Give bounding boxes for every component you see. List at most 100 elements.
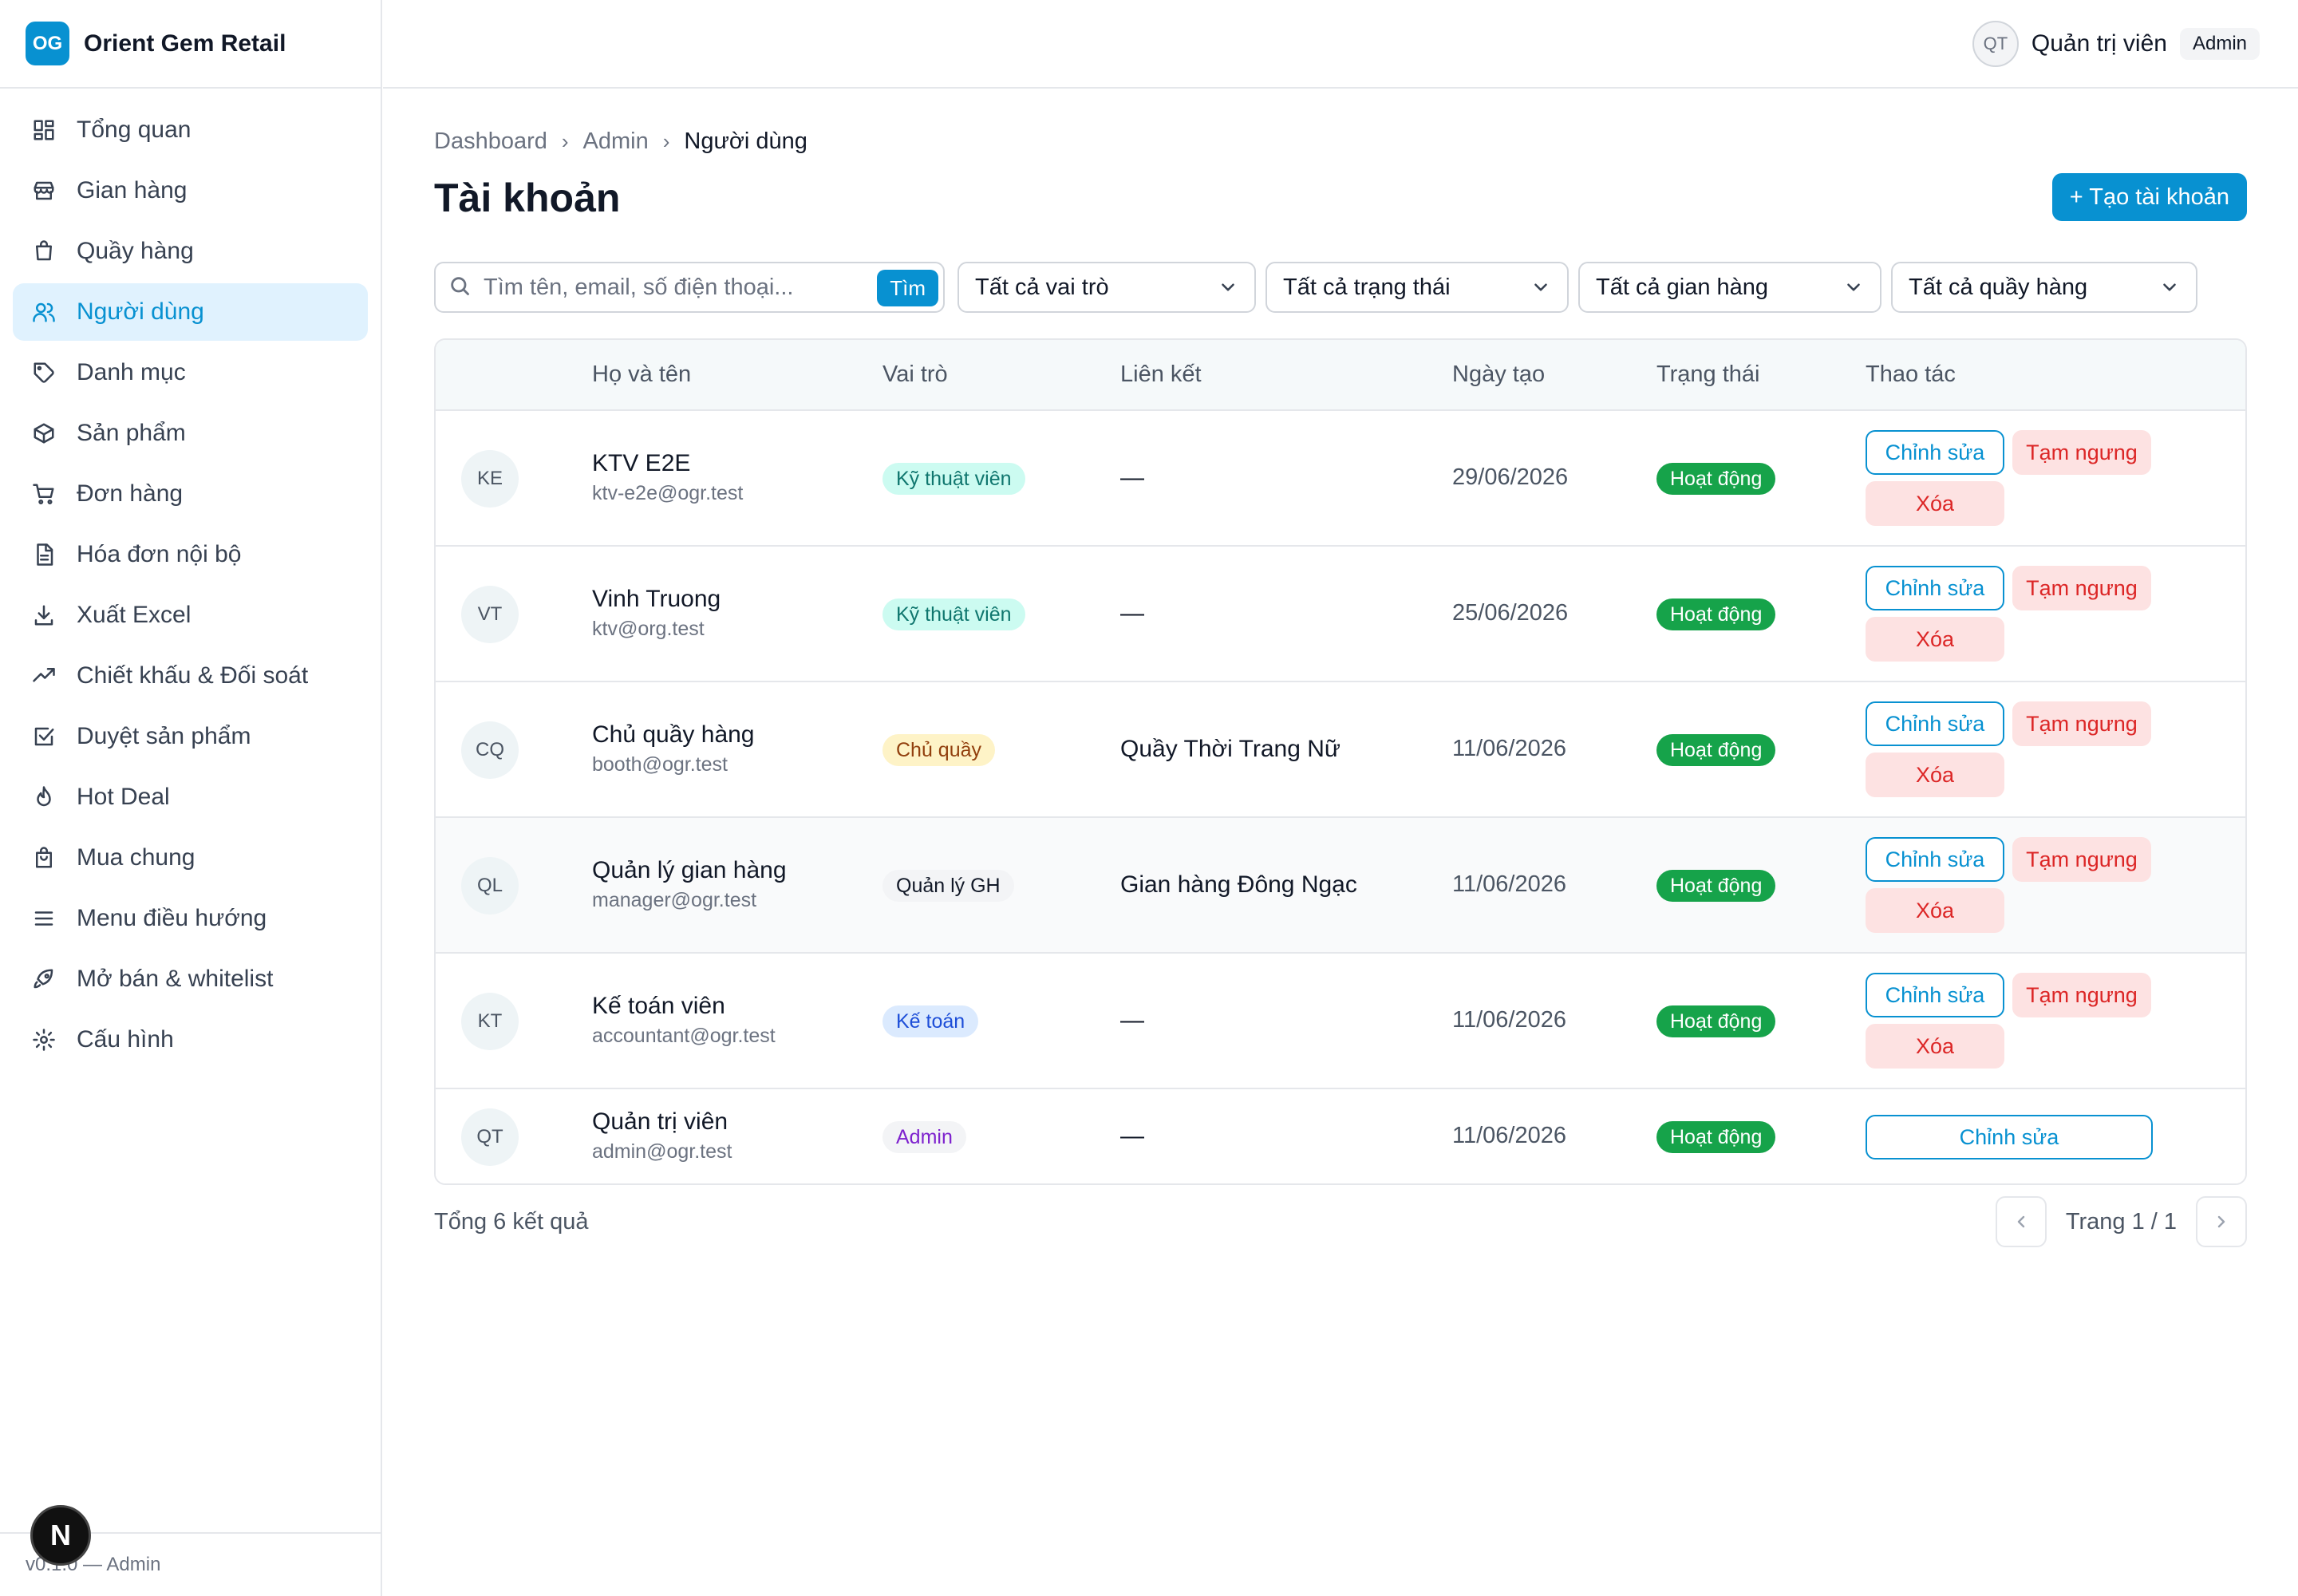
column-header-created: Ngày tạo bbox=[1452, 361, 1546, 387]
user-menu[interactable]: QT Quản trị viên Admin bbox=[1972, 21, 2260, 67]
edit-button[interactable]: Chỉnh sửa bbox=[1866, 566, 2004, 610]
edit-button[interactable]: Chỉnh sửa bbox=[1866, 837, 2004, 882]
sidebar-item-label: Hóa đơn nội bộ bbox=[77, 541, 242, 567]
trend-icon bbox=[32, 664, 56, 688]
sidebar-item-label: Đơn hàng bbox=[77, 480, 184, 507]
delete-button[interactable]: Xóa bbox=[1866, 481, 2004, 526]
search-icon bbox=[448, 275, 471, 301]
column-header-status: Trạng thái bbox=[1656, 361, 1760, 387]
sidebar-item-store[interactable]: Gian hàng bbox=[13, 162, 368, 219]
sidebar-item-invoice[interactable]: Hóa đơn nội bộ bbox=[13, 526, 368, 583]
chevron-right-icon: › bbox=[662, 129, 670, 153]
breadcrumb-admin[interactable]: Admin bbox=[583, 128, 649, 155]
sidebar-item-gear[interactable]: Cấu hình bbox=[13, 1011, 368, 1069]
role-filter-select[interactable]: Tất cả vai trò bbox=[958, 262, 1256, 313]
edit-button[interactable]: Chỉnh sửa bbox=[1866, 430, 2004, 475]
sidebar-item-tag[interactable]: Danh mục bbox=[13, 344, 368, 401]
edit-button[interactable]: Chỉnh sửa bbox=[1866, 1115, 2153, 1159]
sidebar-item-bag[interactable]: Mua chung bbox=[13, 829, 368, 887]
brand-name: Orient Gem Retail bbox=[84, 30, 286, 57]
sidebar-item-label: Người dùng bbox=[77, 298, 204, 325]
avatar: QT bbox=[461, 1108, 519, 1166]
column-header-role: Vai trò bbox=[882, 361, 948, 387]
link-value: — bbox=[1120, 1007, 1144, 1033]
sidebar-item-flame[interactable]: Hot Deal bbox=[13, 768, 368, 826]
sidebar-nav: Tổng quan Gian hàng Quầy hàng Người dùng Dan… bbox=[0, 89, 381, 1069]
avatar: QT bbox=[1972, 21, 2019, 67]
brand[interactable]: OG Orient Gem Retail bbox=[0, 0, 381, 89]
sidebar-item-trend[interactable]: Chiết khấu & Đối soát bbox=[13, 647, 368, 705]
sidebar-item-label: Chiết khấu & Đối soát bbox=[77, 662, 309, 689]
role-filter-value: Tất cả vai trò bbox=[975, 274, 1109, 300]
created-date: 25/06/2026 bbox=[1452, 600, 1569, 626]
role-badge: Kỹ thuật viên bbox=[882, 463, 1025, 495]
created-date: 11/06/2026 bbox=[1452, 1123, 1566, 1148]
search-button[interactable]: Tìm bbox=[877, 270, 938, 306]
booth-filter-value: Tất cả quầy hàng bbox=[1909, 274, 2088, 300]
chevron-down-icon bbox=[1222, 283, 1234, 291]
sidebar-item-label: Duyệt sản phẩm bbox=[77, 723, 251, 749]
sidebar-item-check-square[interactable]: Duyệt sản phẩm bbox=[13, 708, 368, 765]
suspend-button[interactable]: Tạm ngưng bbox=[2012, 973, 2151, 1017]
user-name: Quản trị viên bbox=[2031, 30, 2167, 57]
delete-button[interactable]: Xóa bbox=[1866, 617, 2004, 662]
page-title: Tài khoản bbox=[434, 176, 621, 220]
chevron-down-icon bbox=[1847, 283, 1860, 291]
dev-tools-badge[interactable]: N bbox=[30, 1505, 91, 1566]
edit-button[interactable]: Chỉnh sửa bbox=[1866, 701, 2004, 746]
sidebar-item-label: Hot Deal bbox=[77, 784, 170, 810]
sidebar-item-cart[interactable]: Đơn hàng bbox=[13, 465, 368, 523]
role-badge: Kế toán bbox=[882, 1005, 979, 1037]
sidebar-item-menu[interactable]: Menu điều hướng bbox=[13, 890, 368, 947]
sidebar-item-box[interactable]: Sản phẩm bbox=[13, 405, 368, 462]
page-indicator: Trang 1 / 1 bbox=[2065, 1208, 2177, 1235]
sidebar-item-rocket[interactable]: Mở bán & whitelist bbox=[13, 950, 368, 1008]
user-name: Vinh Truong bbox=[592, 586, 721, 612]
chevron-down-icon bbox=[2163, 283, 2176, 291]
next-page-button[interactable] bbox=[2196, 1196, 2247, 1247]
store-filter-select[interactable]: Tất cả gian hàng bbox=[1578, 262, 1881, 313]
search-input[interactable] bbox=[484, 274, 859, 301]
sidebar-item-download[interactable]: Xuất Excel bbox=[13, 587, 368, 644]
suspend-button[interactable]: Tạm ngưng bbox=[2012, 430, 2151, 475]
check-square-icon bbox=[32, 725, 56, 749]
avatar: VT bbox=[461, 586, 519, 643]
booth-filter-select[interactable]: Tất cả quầy hàng bbox=[1891, 262, 2197, 313]
suspend-button[interactable]: Tạm ngưng bbox=[2012, 701, 2151, 746]
user-name: Quản trị viên bbox=[592, 1108, 728, 1135]
column-header-name: Họ và tên bbox=[592, 361, 692, 387]
users-icon bbox=[32, 300, 56, 324]
delete-button[interactable]: Xóa bbox=[1866, 1024, 2004, 1069]
create-account-button[interactable]: + Tạo tài khoản bbox=[2051, 173, 2247, 221]
delete-button[interactable]: Xóa bbox=[1866, 753, 2004, 797]
suspend-button[interactable]: Tạm ngưng bbox=[2012, 566, 2151, 610]
delete-button[interactable]: Xóa bbox=[1866, 888, 2004, 933]
sidebar-item-users[interactable]: Người dùng bbox=[13, 283, 368, 341]
suspend-button[interactable]: Tạm ngưng bbox=[2012, 837, 2151, 882]
role-badge: Admin bbox=[882, 1121, 966, 1153]
status-badge: Hoạt động bbox=[1656, 1121, 1776, 1153]
prev-page-button[interactable] bbox=[1995, 1196, 2047, 1247]
users-table: Họ và tên Vai trò Liên kết Ngày tạo Trạn… bbox=[434, 338, 2247, 1185]
status-filter-select[interactable]: Tất cả trạng thái bbox=[1265, 262, 1569, 313]
sidebar-item-label: Tổng quan bbox=[77, 117, 192, 143]
role-badge: Kỹ thuật viên bbox=[882, 598, 1025, 630]
sidebar-item-label: Xuất Excel bbox=[77, 602, 192, 628]
bag-icon bbox=[32, 846, 56, 870]
status-badge: Hoạt động bbox=[1656, 463, 1776, 495]
download-icon bbox=[32, 603, 56, 627]
link-value: Quầy Thời Trang Nữ bbox=[1120, 736, 1340, 762]
store-filter-value: Tất cả gian hàng bbox=[1596, 274, 1769, 300]
sidebar-item-booth[interactable]: Quầy hàng bbox=[13, 223, 368, 280]
sidebar-item-label: Menu điều hướng bbox=[77, 905, 267, 931]
breadcrumb-dashboard[interactable]: Dashboard bbox=[434, 128, 547, 155]
menu-icon bbox=[32, 907, 56, 930]
column-header-actions: Thao tác bbox=[1866, 361, 1956, 387]
chevron-right-icon bbox=[2217, 1215, 2225, 1228]
table-row: QL Quản lý gian hàng manager@ogr.test Quản … bbox=[436, 816, 2245, 952]
edit-button[interactable]: Chỉnh sửa bbox=[1866, 973, 2004, 1017]
sidebar-item-label: Mua chung bbox=[77, 844, 195, 871]
box-icon bbox=[32, 421, 56, 445]
table-body: KE KTV E2E ktv-e2e@ogr.test Kỹ thuật viên — 2… bbox=[436, 409, 2245, 1183]
sidebar-item-dashboard[interactable]: Tổng quan bbox=[13, 101, 368, 159]
